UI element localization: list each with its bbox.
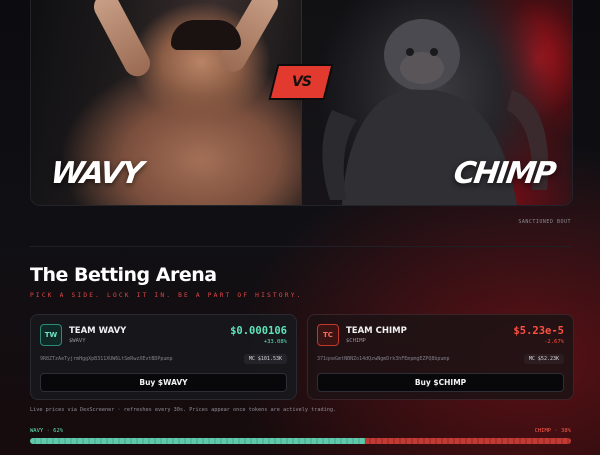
hero-banner: WAVY CHIMP VS (30, 0, 573, 206)
contract-address[interactable]: 9R8ZTzAeTyjrmHggXpB311XUW6LtSmRwzXEvtBDP… (40, 356, 172, 362)
chimp-sentiment-label: CHIMP · 38% (534, 428, 571, 434)
arena-subtitle: PICK A SIDE. LOCK IT IN. BE A PART OF HI… (30, 292, 303, 299)
team-avatar: TW (40, 324, 62, 346)
contract-address[interactable]: 371qoeGmtNBNZo14dQzwNgmDrk3hFEmpmgEZPQ8b… (317, 356, 449, 362)
section-divider (30, 246, 571, 247)
price-change: -2.67% (544, 339, 564, 345)
wavy-fighter-image: WAVY (31, 0, 301, 205)
team-name: TEAM WAVY (69, 326, 127, 336)
team-name: TEAM CHIMP (346, 326, 407, 336)
team-card-wavy: TW TEAM WAVY $WAVY $0.000106 +33.08% 9R8… (30, 314, 297, 400)
chimp-sentiment-fill (365, 438, 571, 444)
vs-label: VS (291, 74, 311, 90)
team-card-chimp: TC TEAM CHIMP $CHIMP $5.23e-5 -2.67% 371… (307, 314, 574, 400)
hero-caption: SANCTIONED BOUT (518, 219, 571, 225)
buy-wavy-button[interactable]: Buy $WAVY (40, 373, 287, 392)
price-footnote: Live prices via DexScreener · refreshes … (30, 407, 337, 413)
price-change: +33.08% (263, 339, 287, 345)
chimp-fighter-name: CHIMP (451, 156, 557, 191)
wavy-sentiment-fill (30, 438, 366, 444)
team-avatar: TC (317, 324, 339, 346)
token-price: $0.000106 (230, 325, 287, 337)
arena-title: The Betting Arena (30, 264, 217, 286)
buy-chimp-button[interactable]: Buy $CHIMP (317, 373, 564, 392)
fighter-hair (171, 20, 241, 50)
wavy-fighter-name: WAVY (48, 156, 144, 191)
fighter-arm-left (89, 0, 155, 81)
sentiment-bar (30, 438, 571, 444)
chimp-fighter-image: CHIMP (302, 0, 572, 205)
team-ticker: $WAVY (69, 338, 86, 344)
token-price: $5.23e-5 (513, 325, 564, 337)
market-cap-badge: MC $52.23K (523, 354, 564, 364)
vs-badge: VS (271, 66, 331, 98)
team-ticker: $CHIMP (346, 338, 366, 344)
market-cap-badge: MC $101.53K (243, 354, 287, 364)
wavy-sentiment-label: WAVY · 62% (30, 428, 64, 434)
